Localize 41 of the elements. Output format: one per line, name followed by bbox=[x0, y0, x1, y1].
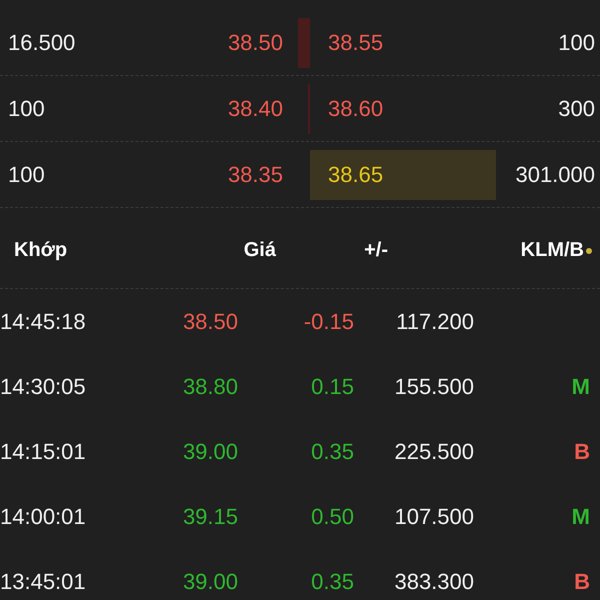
trade-volume: 383.300 bbox=[393, 568, 474, 594]
trade-time: 13:45:01 bbox=[0, 568, 87, 594]
trade-price: 38.80 bbox=[182, 374, 238, 400]
trade-time: 14:00:01 bbox=[0, 504, 87, 530]
trade-side: B bbox=[573, 438, 590, 464]
price-change: 0.50 bbox=[310, 504, 354, 530]
price-change: 0.15 bbox=[310, 374, 354, 400]
ask-price: 38.65 bbox=[310, 150, 496, 200]
column-header: KLM/B bbox=[520, 239, 584, 262]
trade-volume: 155.500 bbox=[393, 374, 474, 400]
trade-price: 38.50 bbox=[182, 308, 238, 334]
trade-volume: 225.500 bbox=[393, 438, 474, 464]
price-change: 0.35 bbox=[310, 568, 354, 594]
trade-price: 39.15 bbox=[182, 504, 238, 530]
bid-price: 38.50 bbox=[228, 30, 283, 56]
trade-volume: 117.200 bbox=[395, 308, 474, 334]
trade-time: 14:15:01 bbox=[0, 438, 87, 464]
ask-volume: 300 bbox=[558, 96, 595, 122]
trade-side: M bbox=[570, 504, 590, 530]
column-header: Giá bbox=[242, 239, 277, 262]
trade-time: 14:45:18 bbox=[0, 308, 87, 334]
column-header: +/- bbox=[363, 239, 389, 262]
trade-price: 39.00 bbox=[182, 438, 238, 464]
ask-price: 38.60 bbox=[327, 94, 384, 122]
status-dot-icon bbox=[586, 248, 592, 254]
price-change: 0.35 bbox=[310, 438, 354, 464]
trade-time: 14:30:05 bbox=[0, 374, 87, 400]
price-change: -0.15 bbox=[302, 308, 354, 334]
bid-price: 38.35 bbox=[228, 162, 283, 188]
bid-volume: 100 bbox=[8, 96, 45, 122]
bid-volume: 100 bbox=[8, 162, 45, 188]
trade-price: 39.00 bbox=[182, 568, 238, 594]
trade-side: M bbox=[570, 374, 590, 400]
bid-volume: 16.500 bbox=[8, 30, 76, 56]
column-header: Khớp bbox=[13, 239, 68, 262]
trade-volume: 107.500 bbox=[393, 504, 474, 530]
ask-volume: 100 bbox=[558, 30, 595, 56]
ask-volume: 301.000 bbox=[515, 162, 595, 188]
trade-side: B bbox=[573, 568, 590, 594]
ask-price: 38.55 bbox=[327, 28, 384, 56]
bid-price: 38.40 bbox=[228, 96, 283, 122]
